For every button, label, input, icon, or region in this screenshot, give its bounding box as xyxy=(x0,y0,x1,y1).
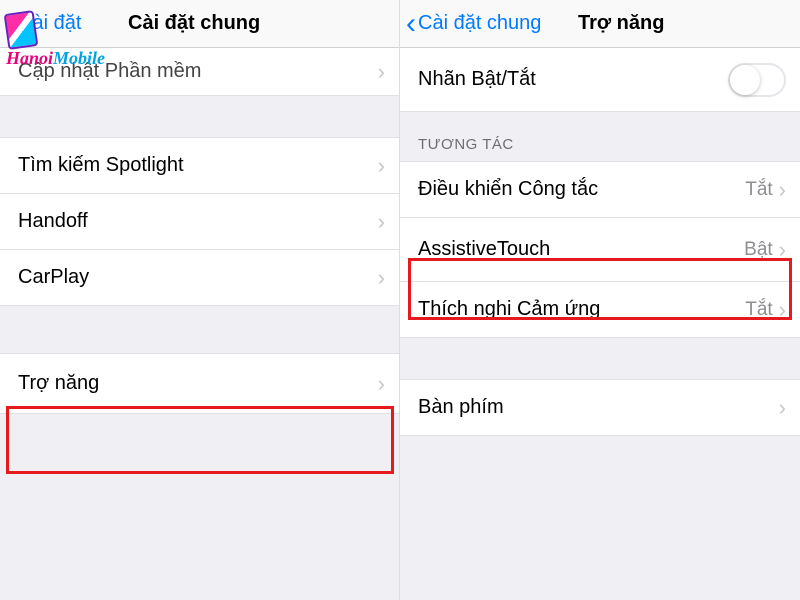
chevron-right-icon: › xyxy=(378,153,385,179)
row-label: Handoff xyxy=(18,210,378,233)
back-button[interactable]: ‹ Cài đặt chung xyxy=(406,9,541,39)
chevron-right-icon: › xyxy=(779,297,786,323)
row-keyboard[interactable]: Bàn phím › xyxy=(400,380,800,436)
section-gap xyxy=(0,306,399,354)
row-spotlight[interactable]: Tìm kiếm Spotlight › xyxy=(0,138,399,194)
chevron-right-icon: › xyxy=(779,395,786,421)
row-assistivetouch[interactable]: AssistiveTouch Bật › xyxy=(400,218,800,282)
row-label: Thích nghi Cảm ứng xyxy=(418,298,745,321)
section-gap xyxy=(400,436,800,600)
switch-knob xyxy=(730,65,760,95)
row-label: Nhãn Bật/Tắt xyxy=(418,68,728,91)
row-label: Bàn phím xyxy=(418,396,779,419)
navbar-accessibility: ‹ Cài đặt chung Trợ năng xyxy=(400,0,800,48)
row-handoff[interactable]: Handoff › xyxy=(0,194,399,250)
phone-icon xyxy=(4,10,39,50)
row-label: Trợ năng xyxy=(18,372,378,395)
chevron-right-icon: › xyxy=(779,177,786,203)
page-title: Trợ năng xyxy=(578,12,664,35)
row-label: Điều khiển Công tắc xyxy=(418,178,745,201)
row-label: CarPlay xyxy=(18,266,378,289)
chevron-right-icon: › xyxy=(378,59,385,85)
chevron-right-icon: › xyxy=(378,265,385,291)
row-value: Tắt xyxy=(745,179,772,201)
row-touch-accommodations[interactable]: Thích nghi Cảm ứng Tắt › xyxy=(400,282,800,338)
row-accessibility[interactable]: Trợ năng › xyxy=(0,354,399,414)
row-on-off-labels[interactable]: Nhãn Bật/Tắt xyxy=(400,48,800,112)
watermark-text: Mobile xyxy=(53,48,105,68)
accessibility-pane: ‹ Cài đặt chung Trợ năng Nhãn Bật/Tắt TƯ… xyxy=(400,0,800,600)
back-label: Cài đặt chung xyxy=(418,12,541,35)
row-switch-control[interactable]: Điều khiển Công tắc Tắt › xyxy=(400,162,800,218)
section-header-interaction: TƯƠNG TÁC xyxy=(400,112,800,162)
section-gap xyxy=(400,338,800,380)
general-settings-pane: ‹ Cài đặt Cài đặt chung Cập nhật Phần mề… xyxy=(0,0,400,600)
row-value: Tắt xyxy=(745,299,772,321)
watermark-logo: HanoiMobile xyxy=(6,12,105,69)
row-carplay[interactable]: CarPlay › xyxy=(0,250,399,306)
chevron-left-icon: ‹ xyxy=(406,9,416,39)
toggle-switch[interactable] xyxy=(728,63,786,97)
row-label: Tìm kiếm Spotlight xyxy=(18,154,378,177)
watermark-text: Hanoi xyxy=(6,48,53,68)
chevron-right-icon: › xyxy=(378,209,385,235)
row-value: Bật xyxy=(744,239,773,261)
page-title: Cài đặt chung xyxy=(128,12,260,35)
chevron-right-icon: › xyxy=(378,371,385,397)
chevron-right-icon: › xyxy=(779,237,786,263)
section-gap xyxy=(0,414,399,600)
section-gap xyxy=(0,96,399,138)
row-label: AssistiveTouch xyxy=(418,238,744,261)
